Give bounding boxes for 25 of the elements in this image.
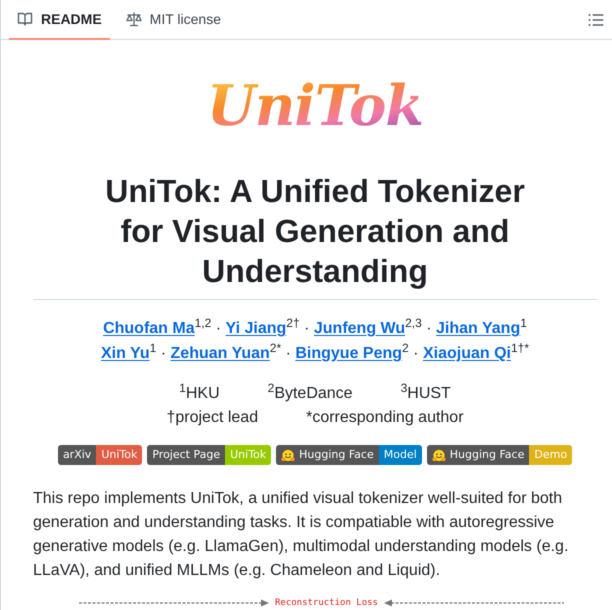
footnote: *corresponding author xyxy=(306,408,464,428)
hugging-emoji-icon xyxy=(281,448,296,462)
outline-button[interactable] xyxy=(588,12,604,28)
footnote: †project lead xyxy=(166,408,258,428)
author-link[interactable]: Chuofan Ma xyxy=(103,320,195,337)
tab[interactable]: README xyxy=(9,0,110,40)
affiliation: $^{2}$ByteDance xyxy=(268,382,353,404)
readme-title: UniTok: A Unified Tokenizer for Visual Generation and Understanding xyxy=(104,172,526,291)
affiliation: $^{3}$HUST xyxy=(400,382,451,404)
book-icon xyxy=(17,11,33,27)
author-list: Chuofan Ma$^{1,2}$ · Yi Jiang$^{2†}$ · Junfeng Wu$^{2,3}$ · Jihan Yang$^{1}$ Xin Yu$^{1}$ · Zehuan Yuan$^{2*}$ · Bingyue Peng$^{2}$ · Xiaojuan Qi$^{1†*}$ xyxy=(33,316,597,366)
author-link[interactable]: Yi Jiang xyxy=(226,320,286,337)
description: This repo implements UniTok, a unified visual tokenizer well-suited for both generation and understanding tasks. It is compatiable with autoregressive generative models (e.g. LlamaGen), multimodal understanding models (e.g. LLaVA), and unified MLLMs (e.g. Chameleon and Liquid). xyxy=(33,489,570,581)
list-icon xyxy=(588,12,604,28)
affiliation: $^{1}$HKU xyxy=(179,382,220,404)
scale-icon xyxy=(126,11,142,27)
author-link[interactable]: Xiaojuan Qi xyxy=(422,345,511,362)
author-link[interactable]: Xin Yu xyxy=(101,345,150,362)
author-link[interactable]: Junfeng Wu xyxy=(314,320,406,337)
author-link[interactable]: Bingyue Peng xyxy=(295,345,402,362)
diagram-label: Reconstruction Loss xyxy=(275,598,378,608)
author-link[interactable]: Jihan Yang xyxy=(436,320,520,337)
author-link[interactable]: Zehuan Yuan xyxy=(170,345,270,362)
tab[interactable]: MIT license xyxy=(118,0,229,40)
hugging-emoji-icon xyxy=(432,448,446,462)
